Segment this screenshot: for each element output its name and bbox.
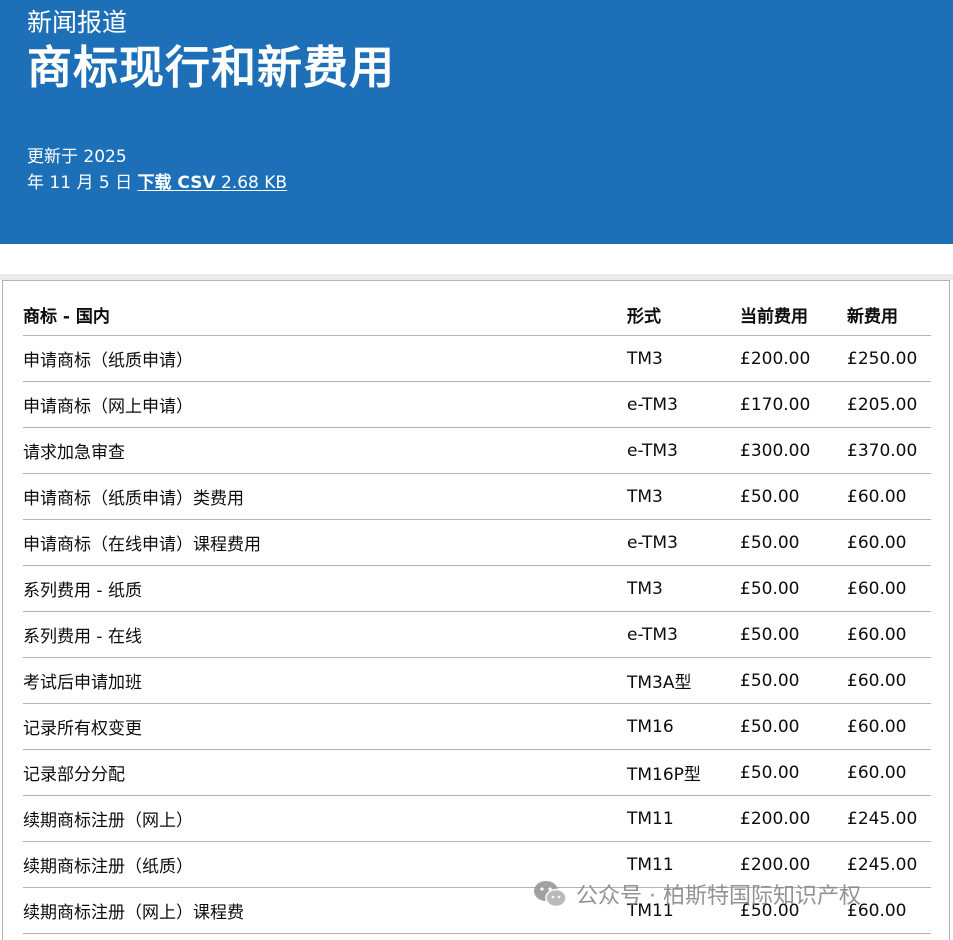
wechat-watermark: 公众号 · 柏斯特国际知识产权 bbox=[532, 876, 861, 912]
cell-new-fee: £205.00 bbox=[847, 381, 931, 428]
download-label[interactable]: 下载 CSV bbox=[137, 173, 215, 193]
cell-service: 系列费用 - 纸质 bbox=[23, 565, 627, 612]
cell-new-fee: £245.00 bbox=[847, 795, 931, 842]
cell-service: 记录所有权变更 bbox=[23, 703, 627, 750]
cell-current-fee: £170.00 bbox=[740, 381, 847, 428]
cell-form: e-TM3 bbox=[627, 427, 740, 474]
table-row: 考试后申请加班 TM3A型 £50.00 £60.00 bbox=[23, 657, 931, 704]
page-kicker: 新闻报道 bbox=[27, 8, 128, 37]
cell-service: 申请商标（在线申请）课程费用 bbox=[23, 519, 627, 566]
table-row: 申请商标（在线申请）课程费用 e-TM3 £50.00 £60.00 bbox=[23, 519, 931, 566]
cell-current-fee: £50.00 bbox=[740, 473, 847, 520]
cell-service: 请求加急审查 bbox=[23, 427, 627, 474]
table-row: 记录所有权变更 TM16 £50.00 £60.00 bbox=[23, 703, 931, 750]
cell-new-fee: £60.00 bbox=[847, 749, 931, 796]
cell-form: TM16P型 bbox=[627, 749, 740, 796]
table-row: 续期商标注册（网上） TM11 £200.00 £245.00 bbox=[23, 795, 931, 842]
cell-form: TM11 bbox=[627, 795, 740, 842]
cell-form: TM3A型 bbox=[627, 657, 740, 704]
column-header-service: 商标 - 国内 bbox=[23, 293, 627, 336]
cell-service: 续期商标注册（网上） bbox=[23, 795, 627, 842]
cell-new-fee: £60.00 bbox=[847, 657, 931, 704]
updated-line: 年 11 月 5 日 下载 CSV 2.68 KB bbox=[27, 170, 287, 196]
download-csv-link[interactable]: 下载 CSV 2.68 KB bbox=[137, 173, 287, 193]
section-divider bbox=[0, 244, 953, 280]
table-row: 申请商标（纸质申请）类费用 TM3 £50.00 £60.00 bbox=[23, 473, 931, 520]
cell-service: 系列费用 - 在线 bbox=[23, 611, 627, 658]
page-title: 商标现行和新费用 bbox=[27, 41, 396, 94]
cell-form: e-TM3 bbox=[627, 519, 740, 566]
cell-current-fee: £50.00 bbox=[740, 519, 847, 566]
watermark-text: 公众号 · 柏斯特国际知识产权 bbox=[576, 884, 861, 909]
page-header: 新闻报道 商标现行和新费用 更新于 2025 年 11 月 5 日 下载 CSV… bbox=[0, 0, 953, 244]
updated-prefix: 更新于 2025 bbox=[27, 147, 127, 167]
cell-current-fee: £200.00 bbox=[740, 795, 847, 842]
file-size[interactable]: 2.68 KB bbox=[221, 173, 287, 193]
update-meta: 更新于 2025 年 11 月 5 日 下载 CSV 2.68 KB bbox=[27, 144, 287, 196]
cell-new-fee: £60.00 bbox=[847, 703, 931, 750]
cell-current-fee: £50.00 bbox=[740, 611, 847, 658]
cell-service: 申请商标（纸质申请） bbox=[23, 335, 627, 382]
column-header-new-fee: 新费用 bbox=[847, 293, 931, 336]
fees-table-card: 商标 - 国内 形式 当前费用 新费用 申请商标（纸质申请） TM3 £200.00… bbox=[2, 280, 950, 940]
cell-new-fee: £370.00 bbox=[847, 427, 931, 474]
column-header-form: 形式 bbox=[627, 293, 740, 336]
cell-form: TM3 bbox=[627, 473, 740, 520]
table-row: 系列费用 - 在线 e-TM3 £50.00 £60.00 bbox=[23, 611, 931, 658]
cell-new-fee: £60.00 bbox=[847, 565, 931, 612]
cell-current-fee: £50.00 bbox=[740, 565, 847, 612]
cell-new-fee: £250.00 bbox=[847, 335, 931, 382]
cell-new-fee: £60.00 bbox=[847, 473, 931, 520]
table-row: 请求加急审查 e-TM3 £300.00 £370.00 bbox=[23, 427, 931, 474]
cell-service: 记录部分分配 bbox=[23, 749, 627, 796]
cell-current-fee: £300.00 bbox=[740, 427, 847, 474]
cell-current-fee: £50.00 bbox=[740, 703, 847, 750]
table-row: 记录部分分配 TM16P型 £50.00 £60.00 bbox=[23, 749, 931, 796]
cell-current-fee: £200.00 bbox=[740, 335, 847, 382]
cell-form: e-TM3 bbox=[627, 381, 740, 428]
cell-current-fee: £50.00 bbox=[740, 749, 847, 796]
column-header-current-fee: 当前费用 bbox=[740, 293, 847, 336]
cell-form: e-TM3 bbox=[627, 611, 740, 658]
cell-new-fee: £60.00 bbox=[847, 611, 931, 658]
cell-current-fee: £50.00 bbox=[740, 657, 847, 704]
table-row: 系列费用 - 纸质 TM3 £50.00 £60.00 bbox=[23, 565, 931, 612]
table-row: 申请商标（网上申请） e-TM3 £170.00 £205.00 bbox=[23, 381, 931, 428]
cell-form: TM3 bbox=[627, 565, 740, 612]
wechat-icon bbox=[534, 881, 567, 908]
cell-form: TM3 bbox=[627, 335, 740, 382]
updated-date: 年 11 月 5 日 bbox=[27, 173, 133, 193]
fees-table: 商标 - 国内 形式 当前费用 新费用 申请商标（纸质申请） TM3 £200.00… bbox=[23, 293, 931, 934]
cell-service: 考试后申请加班 bbox=[23, 657, 627, 704]
cell-form: TM16 bbox=[627, 703, 740, 750]
cell-service: 申请商标（网上申请） bbox=[23, 381, 627, 428]
cell-new-fee: £60.00 bbox=[847, 519, 931, 566]
table-row: 申请商标（纸质申请） TM3 £200.00 £250.00 bbox=[23, 335, 931, 382]
cell-service: 申请商标（纸质申请）类费用 bbox=[23, 473, 627, 520]
table-header-row: 商标 - 国内 形式 当前费用 新费用 bbox=[23, 293, 931, 336]
